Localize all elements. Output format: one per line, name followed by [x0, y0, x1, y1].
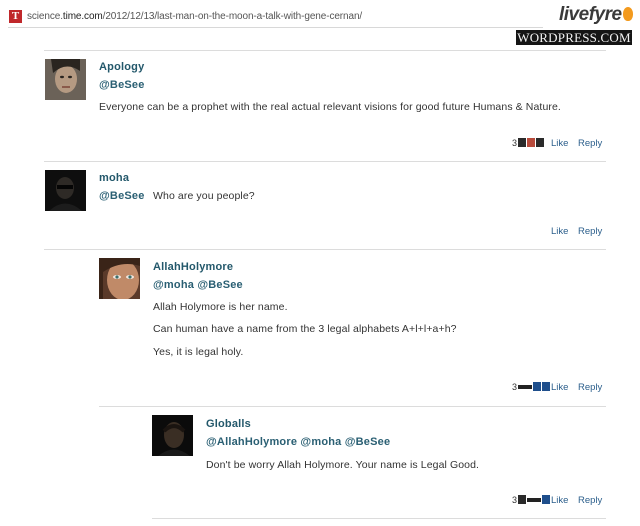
liker-avatar-icon: [527, 498, 542, 502]
like-count: 3: [512, 382, 551, 392]
avatar-apology-image: [45, 59, 86, 100]
liker-avatar-icon: [536, 138, 545, 147]
separator: [44, 50, 606, 51]
separator: [44, 249, 606, 250]
like-button[interactable]: Like: [551, 226, 568, 237]
liker-avatar-icon: [542, 495, 551, 504]
like-count: 3: [512, 495, 551, 505]
avatar[interactable]: [45, 59, 86, 100]
avatar[interactable]: [99, 258, 140, 299]
like-button[interactable]: Like: [551, 382, 568, 393]
comment-body-line: Can human have a name from the 3 legal a…: [153, 323, 457, 335]
comment-body-line: Don't be worry Allah Holymore. Your name…: [206, 459, 480, 471]
reply-button[interactable]: Reply: [578, 226, 602, 237]
comment-author[interactable]: moha: [99, 172, 129, 184]
comment-author[interactable]: Apology: [99, 61, 144, 73]
liker-avatar-icon: [518, 138, 527, 147]
reply-button[interactable]: Reply: [578, 495, 602, 506]
avatar-allahholymore-image: [99, 258, 140, 299]
reply-button[interactable]: Reply: [578, 382, 602, 393]
flame-icon: [622, 7, 633, 21]
comment-body-line: Yes, it is legal holy.: [153, 346, 244, 358]
url-prefix: science.: [27, 11, 63, 22]
like-button[interactable]: Like: [551, 138, 568, 149]
comment-author[interactable]: AllahHolymore: [153, 261, 233, 273]
time-favicon-icon: T: [9, 10, 22, 23]
like-count: 3: [512, 138, 545, 148]
url-underline: [8, 27, 543, 28]
like-button[interactable]: Like: [551, 495, 568, 506]
livefyre-logo: livefyre: [559, 5, 633, 25]
comment-author[interactable]: Globalls: [206, 418, 251, 430]
comment-mention[interactable]: @moha @BeSee: [153, 279, 243, 291]
liker-avatar-icon: [518, 495, 527, 504]
url-domain: time.com: [62, 11, 103, 22]
avatar-moha-image: [45, 170, 86, 211]
comment-mention[interactable]: @AllahHolymore @moha @BeSee: [206, 436, 390, 448]
comment-body-line: Allah Holymore is her name.: [153, 301, 288, 313]
liker-avatar-icon: [527, 138, 536, 147]
liker-avatar-icon: [518, 385, 533, 389]
url-bar: T science.time.com/2012/12/13/last-man-o…: [0, 0, 640, 30]
url-text[interactable]: science.time.com/2012/12/13/last-man-on-…: [27, 11, 362, 22]
avatar-globalls-image: [152, 415, 193, 456]
like-count-number: 3: [512, 495, 518, 505]
comment-body-line: Everyone can be a prophet with the real …: [99, 101, 561, 113]
url-path: /2012/12/13/last-man-on-the-moon-a-talk-…: [102, 11, 363, 22]
comment-mention[interactable]: @BeSee: [99, 79, 145, 91]
separator: [44, 161, 606, 162]
liker-avatar-icon: [533, 382, 542, 391]
separator: [152, 518, 606, 519]
avatar[interactable]: [45, 170, 86, 211]
like-count-number: 3: [512, 138, 518, 148]
separator: [99, 406, 606, 407]
comment-mention[interactable]: @BeSee: [99, 190, 145, 202]
reply-button[interactable]: Reply: [578, 138, 602, 149]
like-count-number: 3: [512, 382, 518, 392]
avatar[interactable]: [152, 415, 193, 456]
liker-avatar-icon: [542, 382, 551, 391]
livefyre-label: livefyre: [559, 4, 622, 25]
comment-body-line: Who are you people?: [153, 190, 255, 202]
wordpress-badge: WORDPRESS.COM: [516, 30, 632, 45]
